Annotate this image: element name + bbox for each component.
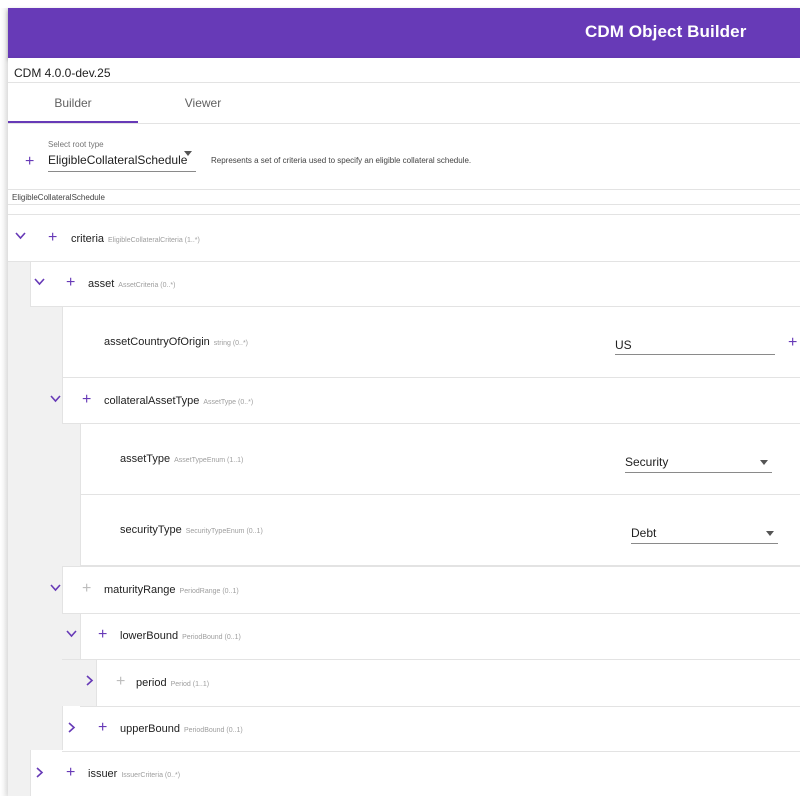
root-type-select[interactable]: EligibleCollateralSchedule bbox=[48, 153, 187, 167]
divider bbox=[8, 189, 800, 190]
security-type-select[interactable]: Debt bbox=[631, 526, 656, 540]
tree-row-collateral-asset-type: + collateralAssetType AssetType (0..*) bbox=[50, 378, 800, 424]
chevron-right-icon[interactable] bbox=[68, 722, 78, 733]
version-label: CDM 4.0.0-dev.25 bbox=[14, 66, 111, 80]
app-title: CDM Object Builder bbox=[585, 22, 747, 41]
asset-type-select[interactable]: Security bbox=[625, 455, 668, 469]
add-collateral-asset-type-plus-icon[interactable]: + bbox=[82, 392, 91, 408]
field-name: asset AssetCriteria (0..*) bbox=[88, 278, 176, 290]
field-name: maturityRange PeriodRange (0..1) bbox=[104, 584, 239, 596]
select-underline bbox=[631, 543, 778, 544]
chevron-down-icon[interactable] bbox=[50, 395, 61, 405]
chevron-down-icon[interactable] bbox=[66, 630, 77, 640]
divider bbox=[8, 82, 800, 83]
field-name: criteria EligibleCollateralCriteria (1..*… bbox=[71, 233, 200, 245]
select-underline bbox=[48, 171, 196, 172]
dropdown-arrow-icon[interactable] bbox=[760, 460, 768, 465]
field-name: assetCountryOfOrigin string (0..*) bbox=[104, 336, 248, 348]
add-country-plus-icon[interactable]: + bbox=[788, 335, 797, 351]
indent-guide bbox=[62, 424, 81, 566]
app-bar: CDM Object Builder bbox=[8, 8, 800, 58]
chevron-right-icon[interactable] bbox=[36, 767, 46, 778]
tree-row-criteria: + criteria EligibleCollateralCriteria (1.… bbox=[8, 214, 800, 262]
field-name: issuer IssuerCriteria (0..*) bbox=[88, 768, 181, 780]
divider bbox=[8, 204, 800, 205]
add-asset-plus-icon[interactable]: + bbox=[66, 275, 75, 291]
add-issuer-plus-icon[interactable]: + bbox=[66, 765, 75, 781]
tree-row-security-type: securityType SecurityTypeEnum (0..1) Debt bbox=[80, 495, 800, 566]
chevron-down-icon[interactable] bbox=[50, 584, 61, 594]
field-type: AssetTypeEnum (1..1) bbox=[174, 457, 244, 464]
field-name: period Period (1..1) bbox=[136, 677, 210, 689]
add-maturity-range-plus-icon: + bbox=[82, 580, 92, 597]
add-criteria-plus-icon[interactable]: + bbox=[48, 230, 57, 246]
indent-guide bbox=[8, 261, 31, 796]
add-period-plus-icon: + bbox=[116, 673, 126, 690]
chevron-down-icon[interactable] bbox=[34, 278, 45, 288]
field-name: assetType AssetTypeEnum (1..1) bbox=[120, 453, 244, 465]
field-type: PeriodBound (0..1) bbox=[182, 634, 241, 641]
add-upper-bound-plus-icon[interactable]: + bbox=[98, 720, 107, 736]
input-underline bbox=[615, 354, 775, 355]
field-type: string (0..*) bbox=[213, 340, 248, 347]
asset-country-input[interactable]: US bbox=[615, 338, 632, 352]
builder-panel: CDM 4.0.0-dev.25 Builder Viewer + Select… bbox=[8, 58, 800, 796]
tree-row-asset-type: assetType AssetTypeEnum (1..1) Security bbox=[80, 424, 800, 495]
tab-viewer[interactable]: Viewer bbox=[138, 88, 268, 122]
chevron-right-icon[interactable] bbox=[86, 675, 96, 686]
field-name: collateralAssetType AssetType (0..*) bbox=[104, 395, 254, 407]
field-type: EligibleCollateralCriteria (1..*) bbox=[108, 237, 200, 244]
select-underline bbox=[625, 472, 772, 473]
field-type: PeriodRange (0..1) bbox=[179, 588, 239, 595]
field-type: AssetCriteria (0..*) bbox=[118, 282, 176, 289]
window-shadow bbox=[0, 8, 8, 796]
add-root-plus-icon[interactable]: + bbox=[25, 154, 34, 170]
add-lower-bound-plus-icon[interactable]: + bbox=[98, 627, 107, 643]
root-type-description: Represents a set of criteria used to spe… bbox=[211, 156, 472, 165]
indent-guide bbox=[30, 307, 63, 750]
tree-row-upper-bound: + upperBound PeriodBound (0..1) bbox=[62, 707, 800, 752]
breadcrumb: EligibleCollateralSchedule bbox=[12, 193, 105, 202]
field-name: lowerBound PeriodBound (0..1) bbox=[120, 630, 241, 642]
root-select-label: Select root type bbox=[48, 140, 104, 149]
field-name: upperBound PeriodBound (0..1) bbox=[120, 723, 243, 735]
field-type: SecurityTypeEnum (0..1) bbox=[185, 528, 263, 535]
field-type: IssuerCriteria (0..*) bbox=[121, 772, 181, 779]
root-type-row: + Select root type EligibleCollateralSch… bbox=[8, 124, 800, 188]
tree-row-period: + period Period (1..1) bbox=[80, 660, 800, 707]
dropdown-arrow-icon[interactable] bbox=[766, 531, 774, 536]
field-type: Period (1..1) bbox=[170, 681, 210, 688]
tree-row-lower-bound: + lowerBound PeriodBound (0..1) bbox=[62, 613, 800, 660]
tree-row-asset-country-of-origin: assetCountryOfOrigin string (0..*) US + bbox=[62, 307, 800, 378]
tab-builder[interactable]: Builder bbox=[8, 88, 138, 122]
tree-row-issuer: + issuer IssuerCriteria (0..*) bbox=[30, 752, 800, 796]
field-type: PeriodBound (0..1) bbox=[183, 727, 243, 734]
chevron-down-icon[interactable] bbox=[15, 232, 26, 242]
field-name: securityType SecurityTypeEnum (0..1) bbox=[120, 524, 263, 536]
tree-row-maturity-range: + maturityRange PeriodRange (0..1) bbox=[50, 566, 800, 614]
dropdown-arrow-icon[interactable] bbox=[184, 151, 192, 156]
tree-row-asset: + asset AssetCriteria (0..*) bbox=[30, 261, 800, 307]
field-type: AssetType (0..*) bbox=[203, 399, 254, 406]
